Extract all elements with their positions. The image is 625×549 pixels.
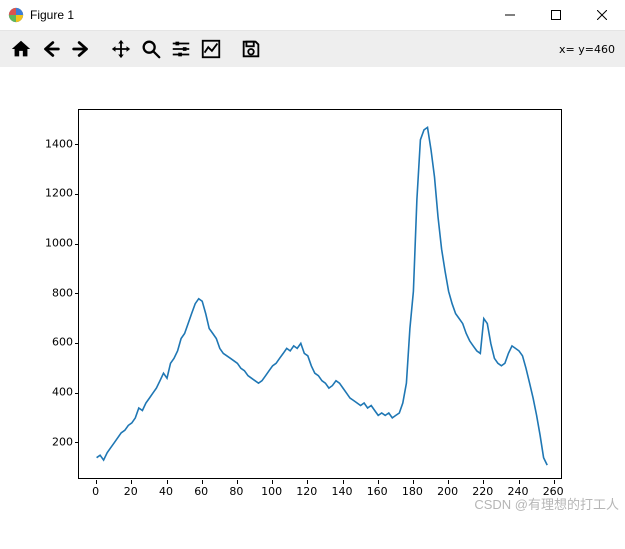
line-series xyxy=(79,110,563,480)
home-button[interactable] xyxy=(6,34,36,64)
x-tick-label: 140 xyxy=(332,485,353,498)
x-tick-label: 160 xyxy=(367,485,388,498)
close-button[interactable] xyxy=(579,0,625,31)
edit-axis-button[interactable] xyxy=(196,34,226,64)
configure-subplots-button[interactable] xyxy=(166,34,196,64)
x-tick-label: 80 xyxy=(229,485,243,498)
x-tick-label: 20 xyxy=(124,485,138,498)
x-tick-label: 180 xyxy=(402,485,423,498)
x-tick-label: 40 xyxy=(159,485,173,498)
x-tick-label: 220 xyxy=(472,485,493,498)
minimize-button[interactable] xyxy=(487,0,533,31)
x-tick-label: 120 xyxy=(296,485,317,498)
forward-button[interactable] xyxy=(66,34,96,64)
axes xyxy=(78,109,562,479)
y-tick-label: 1200 xyxy=(45,187,73,200)
save-button[interactable] xyxy=(236,34,266,64)
y-tick-label: 400 xyxy=(52,386,73,399)
toolbar: x= y=460 xyxy=(0,31,625,67)
x-tick-label: 0 xyxy=(92,485,99,498)
y-tick-label: 1000 xyxy=(45,237,73,250)
x-tick-label: 240 xyxy=(508,485,529,498)
coordinate-readout: x= y=460 xyxy=(559,43,619,56)
app-icon xyxy=(8,7,24,23)
pan-button[interactable] xyxy=(106,34,136,64)
zoom-button[interactable] xyxy=(136,34,166,64)
title-bar: Figure 1 xyxy=(0,0,625,31)
x-tick-label: 60 xyxy=(194,485,208,498)
x-tick-label: 100 xyxy=(261,485,282,498)
y-tick-label: 800 xyxy=(52,286,73,299)
y-tick-label: 200 xyxy=(52,435,73,448)
window-title: Figure 1 xyxy=(30,8,487,22)
y-tick-label: 600 xyxy=(52,336,73,349)
x-tick-label: 260 xyxy=(543,485,564,498)
y-tick-label: 1400 xyxy=(45,137,73,150)
plot-area[interactable]: 200 400 600 800 1000 1200 1400 0 20 40 60 80 100 120… xyxy=(0,67,625,549)
x-tick-label: 200 xyxy=(437,485,458,498)
maximize-button[interactable] xyxy=(533,0,579,31)
back-button[interactable] xyxy=(36,34,66,64)
